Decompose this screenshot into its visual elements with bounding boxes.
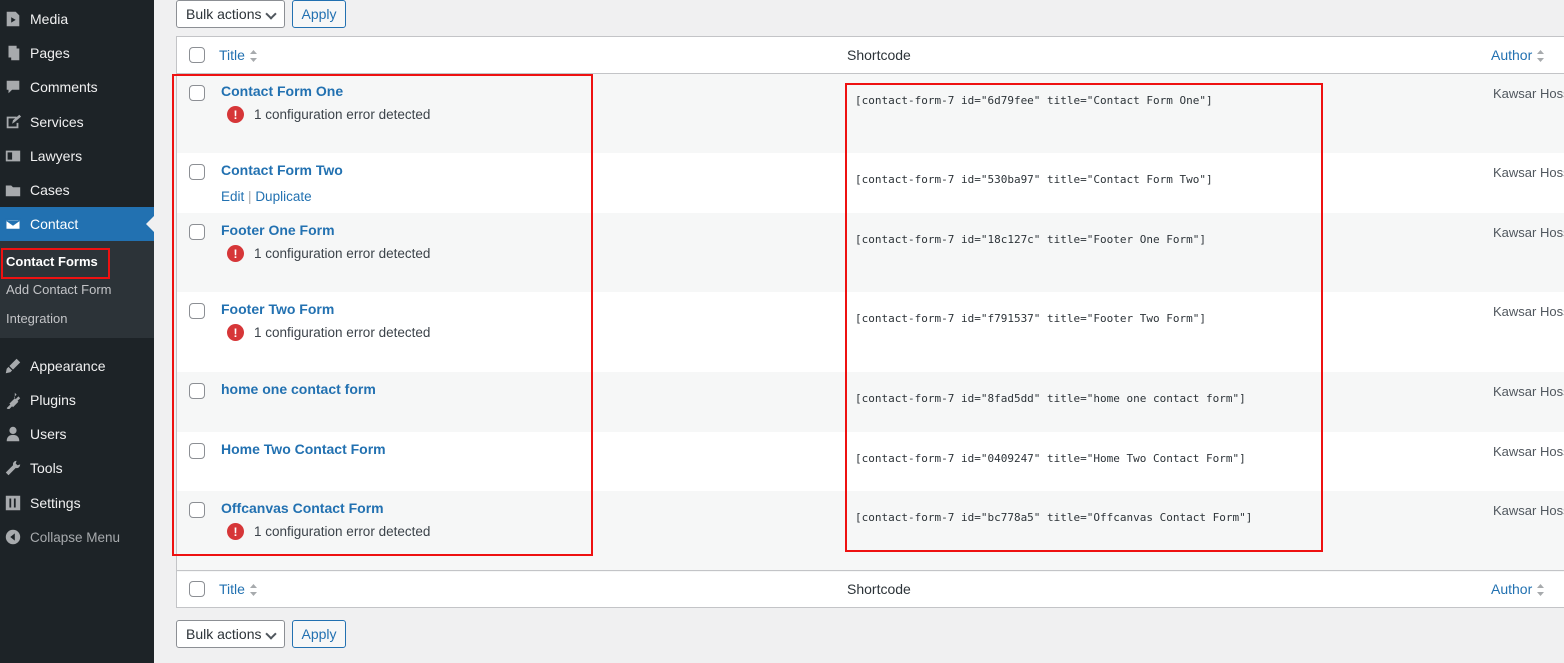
author-name: Kawsar Hossain [1493,503,1564,518]
config-error-notice: ! 1 configuration error detected [227,523,430,540]
menu-collapse[interactable]: Collapse Menu [0,520,154,554]
select-all-checkbox[interactable] [189,47,205,63]
bulk-actions-select-top[interactable]: Bulk actions [176,0,285,28]
table-row: Contact Form One ! 1 configuration error … [177,74,1564,153]
sort-icon [249,50,257,63]
author-name: Kawsar Hossain [1493,444,1564,459]
table-row: Footer One Form ! 1 configuration error d… [177,213,1564,292]
author-name: Kawsar Hossain [1493,304,1564,319]
menu-media[interactable]: Media [0,2,154,36]
submenu-integration[interactable]: Integration [6,311,67,326]
menu-services[interactable]: Services [0,105,154,139]
menu-pages[interactable]: Pages [0,36,154,70]
author-name: Kawsar Hossain [1493,165,1564,180]
admin-sidebar: Media Pages Comments Services Lawyers Ca… [0,0,154,663]
column-author-footer[interactable]: Author [1491,581,1545,597]
column-shortcode-header: Shortcode [847,47,911,63]
form-title-link[interactable]: Home Two Contact Form [221,441,386,457]
author-name: Kawsar Hossain [1493,225,1564,240]
table-row: Home Two Contact Form [contact-form-7 id… [177,432,1564,491]
row-checkbox[interactable] [189,383,205,399]
pages-icon [4,44,22,62]
form-title-link[interactable]: Contact Form Two [221,162,343,178]
menu-comments[interactable]: Comments [0,70,154,104]
duplicate-link[interactable]: Duplicate [255,189,311,204]
form-title-link[interactable]: Contact Form One [221,83,343,99]
chevron-down-icon [265,628,277,640]
sort-icon [1537,50,1545,63]
config-error-notice: ! 1 configuration error detected [227,324,430,341]
row-checkbox[interactable] [189,443,205,459]
shortcode-text[interactable]: [contact-form-7 id="18c127c" title="Foot… [855,233,1206,246]
tools-icon [4,459,22,477]
error-icon: ! [227,245,244,262]
collapse-icon [4,528,22,546]
select-all-checkbox-bottom[interactable] [189,581,205,597]
services-icon [4,113,22,131]
submenu-contact-forms[interactable]: Contact Forms [6,254,98,269]
cases-icon [4,181,22,199]
sort-icon [249,584,257,597]
plugins-icon [4,391,22,409]
menu-cases[interactable]: Cases [0,173,154,207]
author-name: Kawsar Hossain [1493,86,1564,101]
author-name: Kawsar Hossain [1493,384,1564,399]
edit-link[interactable]: Edit [221,189,244,204]
row-actions: Edit | Duplicate [221,189,312,204]
menu-tools[interactable]: Tools [0,451,154,485]
settings-icon [4,494,22,512]
mail-icon [4,215,22,233]
column-title-footer[interactable]: Title [219,581,258,597]
row-checkbox[interactable] [189,164,205,180]
shortcode-text[interactable]: [contact-form-7 id="6d79fee" title="Cont… [855,94,1213,107]
config-error-notice: ! 1 configuration error detected [227,245,430,262]
shortcode-text[interactable]: [contact-form-7 id="0409247" title="Home… [855,452,1246,465]
shortcode-text[interactable]: [contact-form-7 id="f791537" title="Foot… [855,312,1206,325]
apply-button-bottom[interactable]: Apply [292,620,346,648]
table-row: Contact Form Two Edit | Duplicate [conta… [177,153,1564,213]
table-row: Offcanvas Contact Form ! 1 configuration … [177,491,1564,572]
shortcode-text[interactable]: [contact-form-7 id="8fad5dd" title="home… [855,392,1246,405]
shortcode-text[interactable]: [contact-form-7 id="bc778a5" title="Offc… [855,511,1252,524]
media-icon [4,10,22,28]
users-icon [4,425,22,443]
error-icon: ! [227,523,244,540]
contact-forms-table: Title Shortcode Author Contact Form One … [176,36,1564,608]
table-row: home one contact form [contact-form-7 id… [177,372,1564,432]
submenu-add-contact-form[interactable]: Add Contact Form [6,282,112,297]
config-error-notice: ! 1 configuration error detected [227,106,430,123]
lawyers-icon [4,147,22,165]
menu-contact[interactable]: Contact [0,207,154,241]
menu-plugins[interactable]: Plugins [0,383,154,417]
sort-icon [1537,584,1545,597]
table-row: Footer Two Form ! 1 configuration error d… [177,292,1564,372]
menu-settings[interactable]: Settings [0,486,154,520]
form-title-link[interactable]: Footer One Form [221,222,335,238]
column-shortcode-footer: Shortcode [847,581,911,597]
menu-users[interactable]: Users [0,417,154,451]
active-menu-arrow [146,216,154,232]
form-title-link[interactable]: Offcanvas Contact Form [221,500,384,516]
shortcode-text[interactable]: [contact-form-7 id="530ba97" title="Cont… [855,173,1213,186]
column-title-header[interactable]: Title [219,47,258,63]
column-author-header[interactable]: Author [1491,47,1545,63]
menu-appearance[interactable]: Appearance [0,349,154,383]
error-icon: ! [227,106,244,123]
apply-button-top[interactable]: Apply [292,0,346,28]
row-checkbox[interactable] [189,224,205,240]
error-icon: ! [227,324,244,341]
chevron-down-icon [265,8,277,20]
comments-icon [4,78,22,96]
form-title-link[interactable]: Footer Two Form [221,301,334,317]
table-header: Title Shortcode Author [177,37,1564,74]
table-footer: Title Shortcode Author [177,570,1564,607]
row-checkbox[interactable] [189,85,205,101]
appearance-icon [4,357,22,375]
bulk-actions-select-bottom[interactable]: Bulk actions [176,620,285,648]
form-title-link[interactable]: home one contact form [221,381,376,397]
row-checkbox[interactable] [189,502,205,518]
menu-lawyers[interactable]: Lawyers [0,139,154,173]
row-checkbox[interactable] [189,303,205,319]
contact-submenu: Contact Forms Add Contact Form Integrati… [0,241,154,338]
